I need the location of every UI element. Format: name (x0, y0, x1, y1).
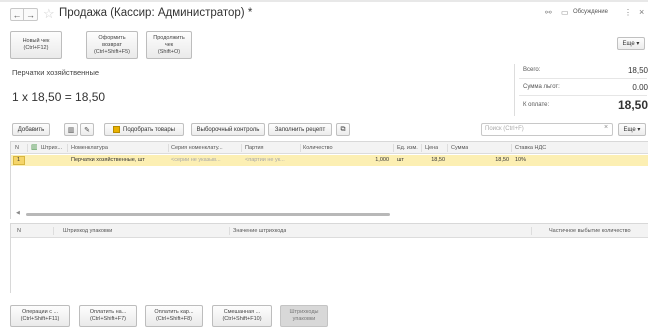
title-bar: ← → ☆ Продажа (Кассир: Администратор) * … (0, 6, 648, 24)
col-n[interactable]: N (15, 142, 19, 154)
col-vat[interactable]: Ставка НДС (515, 142, 546, 154)
item-name: Перчатки хозяйственные (12, 68, 100, 77)
col-barcode[interactable]: Штрих... (41, 142, 62, 154)
more-table-button[interactable]: Еще ▾ (618, 123, 646, 136)
scroll-left-icon[interactable]: ◀ (16, 210, 20, 216)
barcodes-table: N Штрихкод упаковки Значение штрихкода Ч… (10, 223, 648, 293)
cell-name: Перчатки хозяйственные, шт (71, 157, 145, 163)
cell-unit: шт (397, 157, 404, 163)
col-batch[interactable]: Партия (245, 142, 264, 154)
totals-panel: Всего: 18,50 Сумма льгот: 0.00 К оплате:… (514, 64, 648, 116)
col-sum[interactable]: Сумма (451, 142, 468, 154)
item-calculation: 1 x 18,50 = 18,50 (12, 90, 106, 104)
top-border (0, 0, 648, 2)
close-icon[interactable]: × (639, 7, 644, 17)
cell-sum: 18,50 (495, 157, 509, 163)
pay-value: 18,50 (617, 98, 648, 112)
arrow-right-icon: → (26, 9, 35, 20)
totals-divider (519, 78, 647, 79)
package-barcodes-button[interactable]: Штрихкоды упаковки (280, 305, 328, 327)
copy-button[interactable]: ⧉ (336, 123, 350, 136)
box-icon (113, 126, 120, 133)
more-commands-button[interactable]: Еще ▾ (617, 37, 645, 50)
mixed-payment-button[interactable]: Смешанная ... (Ctrl+Shift+F10) (212, 305, 272, 327)
pay-card-button[interactable]: Оплатить кар... (Ctrl+Shift+F8) (145, 305, 203, 327)
cell-batch: <партии не ук... (245, 157, 285, 163)
barcode-scan-button[interactable]: ▥ (64, 123, 78, 136)
search-input[interactable]: Поиск (Ctrl+F) (481, 123, 613, 136)
pick-goods-button[interactable]: Подобрать товары (104, 123, 184, 136)
forward-button[interactable]: → (24, 8, 38, 21)
horizontal-scrollbar[interactable]: ◀ (16, 210, 648, 217)
fill-recipe-button[interactable]: Заполнить рецепт (268, 123, 332, 136)
cell-n: 1 (17, 157, 21, 163)
discount-value: 0.00 (632, 83, 648, 92)
pay-on-button[interactable]: Оплатить на... (Ctrl+Shift+F7) (79, 305, 137, 327)
copy-icon: ⧉ (340, 125, 346, 133)
barcode-icon: ▥ (67, 126, 75, 134)
more-menu-icon[interactable]: ⋮ (624, 8, 632, 17)
total-value: 18,50 (627, 66, 648, 75)
col-series[interactable]: Серия номенклату... (171, 142, 239, 154)
add-button[interactable]: Добавить (12, 123, 50, 136)
pencil-icon: ✎ (84, 126, 90, 134)
edit-button[interactable]: ✎ (80, 123, 94, 136)
col-name[interactable]: Номенклатура (71, 142, 108, 154)
col-package-barcode[interactable]: Штрихкод упаковки (63, 225, 112, 237)
operations-button[interactable]: Операции с ... (Ctrl+Shift+F11) (10, 305, 70, 327)
pay-label: К оплате: (523, 102, 550, 108)
col-n[interactable]: N (17, 225, 21, 237)
cell-vat: 10% (515, 157, 527, 163)
favorite-star-icon[interactable]: ☆ (43, 6, 55, 22)
cell-qty: 1,000 (375, 157, 389, 163)
search-clear-icon[interactable]: × (604, 124, 608, 131)
goods-table: N ▥ Штрих... Номенклатура Серия номенкла… (10, 141, 648, 219)
col-qty[interactable]: Количество (303, 142, 333, 154)
table-row[interactable]: 1 Перчатки хозяйственные, шт <серии не у… (11, 155, 648, 166)
barcode-col-icon: ▥ (31, 144, 38, 151)
link-icon[interactable]: ⚯ (545, 8, 552, 17)
cell-series: <серии не указыв... (171, 157, 221, 163)
col-price[interactable]: Цена (425, 142, 438, 154)
return-button[interactable]: Оформить возврат (Ctrl+Shift+F5) (86, 31, 138, 59)
col-partial-qty[interactable]: Частичное выбытие количество (549, 225, 631, 237)
page-title: Продажа (Кассир: Администратор) * (59, 7, 253, 19)
col-barcode-value[interactable]: Значение штрихкода (233, 225, 286, 237)
arrow-left-icon: ← (12, 9, 22, 20)
table-header: N Штрихкод упаковки Значение штрихкода Ч… (11, 224, 648, 238)
scrollbar-thumb[interactable] (26, 213, 390, 216)
back-button[interactable]: ← (10, 8, 24, 21)
discussion-link[interactable]: Обсуждение (573, 9, 608, 15)
selective-control-button[interactable]: Выборочный контроль (191, 123, 265, 136)
table-header: N ▥ Штрих... Номенклатура Серия номенкла… (11, 142, 648, 154)
total-label: Всего: (523, 67, 541, 73)
totals-divider (519, 95, 647, 96)
discussion-icon[interactable]: ▭ (561, 8, 569, 17)
new-check-button[interactable]: Новый чек (Ctrl+F12) (10, 31, 62, 59)
col-unit[interactable]: Ед. изм. (397, 142, 418, 154)
discount-label: Сумма льгот: (523, 84, 560, 90)
continue-check-button[interactable]: Продолжить чек (Shift+O) (146, 31, 192, 59)
cell-price: 18,50 (431, 157, 445, 163)
